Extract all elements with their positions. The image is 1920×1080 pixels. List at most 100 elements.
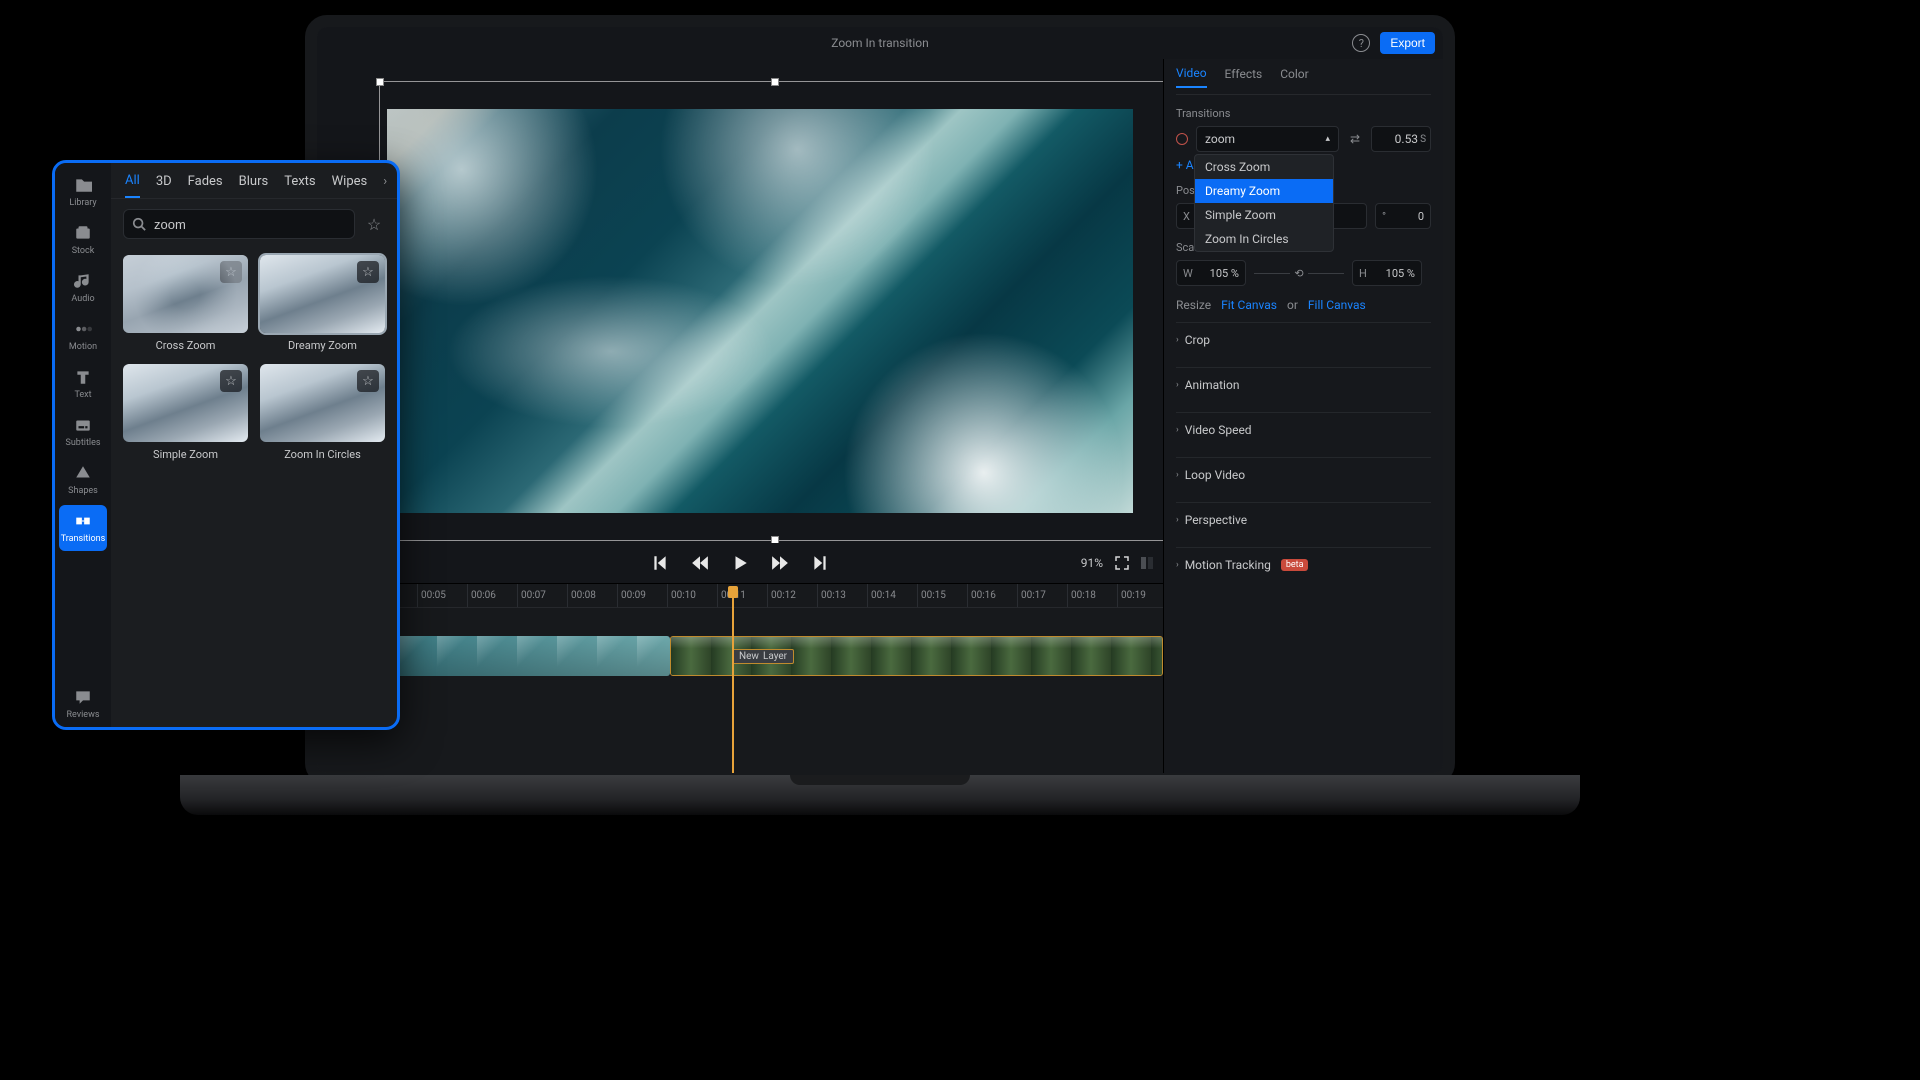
rail-audio[interactable]: Audio [59,265,107,311]
playhead[interactable] [732,586,734,773]
resize-or: or [1287,298,1298,312]
transition-option-dreamy-zoom[interactable]: Dreamy Zoom [1195,179,1333,203]
ruler-tick[interactable]: 00:17 [1017,584,1067,607]
library-tab-3d[interactable]: 3D [156,174,172,197]
chevron-up-icon: ▴ [1325,134,1330,144]
accordion-loop-video[interactable]: › Loop Video [1176,457,1431,492]
viewport[interactable] [387,109,1133,513]
transition-select[interactable]: zoom ▴ [1196,126,1339,152]
ruler-tick[interactable]: 00:08 [567,584,617,607]
chevron-right-icon: › [1176,380,1179,390]
ruler-tick[interactable]: 00:12 [767,584,817,607]
inspector-panel: Video Effects Color Transitions zoom ▴ ⇄… [1163,59,1443,773]
rail-transitions[interactable]: Transitions [59,505,107,551]
rail-reviews[interactable]: Reviews [59,681,107,727]
scale-link-icon[interactable]: ⟲ [1254,267,1344,280]
resize-handle-top-left[interactable] [376,78,384,86]
skip-start-button[interactable] [651,554,669,572]
library-card[interactable]: ☆Simple Zoom [123,364,248,461]
transition-chip[interactable]: New Layer [732,636,794,676]
clip-ocean[interactable] [397,636,670,676]
library-thumb[interactable]: ☆ [123,255,248,333]
ruler-tick[interactable]: 00:19 [1117,584,1163,607]
ocean-foam-decoration [387,109,1133,513]
library-tab-blurs[interactable]: Blurs [239,174,269,197]
ruler-tick[interactable]: 00:09 [617,584,667,607]
help-icon[interactable]: ? [1352,34,1370,52]
fit-canvas-button[interactable]: Fit Canvas [1221,298,1277,312]
accordion-crop[interactable]: › Crop [1176,322,1431,357]
play-button[interactable] [731,554,749,572]
transition-option-cross-zoom[interactable]: Cross Zoom [1195,155,1333,179]
add-transition-button[interactable]: + A [1176,158,1194,172]
accordion-video-speed[interactable]: › Video Speed [1176,412,1431,447]
library-tab-texts[interactable]: Texts [284,174,315,197]
favorite-star-icon[interactable]: ☆ [357,261,379,283]
tab-color[interactable]: Color [1280,67,1308,87]
tab-effects[interactable]: Effects [1225,67,1263,87]
favorite-star-icon[interactable]: ☆ [220,370,242,392]
rewind-button[interactable] [691,554,709,572]
library-panel: LibraryStockAudioMotionTextSubtitlesShap… [52,160,400,730]
fill-canvas-button[interactable]: Fill Canvas [1308,298,1366,312]
ruler-tick[interactable]: 00:07 [517,584,567,607]
library-card[interactable]: ☆Cross Zoom [123,255,248,352]
scale-width-input[interactable]: W 105 % [1176,260,1246,286]
inspector-tabs: Video Effects Color [1176,59,1431,95]
transition-duration-input[interactable]: 0.53 S [1371,126,1431,152]
accordion-animation[interactable]: › Animation [1176,367,1431,402]
library-tab-wipes[interactable]: Wipes [332,174,368,197]
ruler-tick[interactable]: 00:05 [417,584,467,607]
accordion-motion-tracking[interactable]: › Motion Tracking beta [1176,547,1431,582]
transition-option-simple-zoom[interactable]: Simple Zoom [1195,203,1333,227]
text-icon [74,368,92,386]
accordion-perspective[interactable]: › Perspective [1176,502,1431,537]
ruler-tick[interactable]: 00:10 [667,584,717,607]
zoom-readout[interactable]: 91% [1081,556,1103,570]
timeline-ruler[interactable]: 00:0500:0600:0700:0800:0900:1000:1100:12… [317,584,1163,608]
rail-shapes[interactable]: Shapes [59,457,107,503]
swap-direction-icon[interactable]: ⇄ [1347,132,1363,146]
rail-text[interactable]: Text [59,361,107,407]
resize-handle-top-mid[interactable] [771,78,779,86]
library-card[interactable]: ☆Dreamy Zoom [260,255,385,352]
compare-split-button[interactable] [1137,552,1159,574]
export-button[interactable]: Export [1380,32,1435,54]
library-search-field[interactable] [152,216,346,233]
library-grid: ☆Cross Zoom☆Dreamy Zoom☆Simple Zoom☆Zoom… [111,249,397,467]
section-transitions-label: Transitions [1176,107,1431,120]
ruler-tick[interactable]: 00:14 [867,584,917,607]
library-thumb[interactable]: ☆ [260,255,385,333]
favorites-filter-icon[interactable]: ☆ [363,215,385,234]
fast-forward-button[interactable] [771,554,789,572]
library-thumb[interactable]: ☆ [260,364,385,442]
rail-motion[interactable]: Motion [59,313,107,359]
transition-chip-layer: Layer [763,651,787,662]
ruler-tick[interactable]: 00:06 [467,584,517,607]
scale-height-input[interactable]: H 105 % [1352,260,1422,286]
library-search-input[interactable] [123,209,355,239]
library-thumb[interactable]: ☆ [123,364,248,442]
rail-stock[interactable]: Stock [59,217,107,263]
reset-transition-button[interactable] [1176,133,1188,145]
favorite-star-icon[interactable]: ☆ [220,261,242,283]
library-tab-all[interactable]: All [125,173,140,198]
favorite-star-icon[interactable]: ☆ [357,370,379,392]
ruler-tick[interactable]: 00:18 [1067,584,1117,607]
skip-end-button[interactable] [811,554,829,572]
library-tab-fades[interactable]: Fades [188,174,223,197]
ruler-tick[interactable]: 00:11 [717,584,767,607]
tab-video[interactable]: Video [1176,66,1207,88]
rail-library[interactable]: Library [59,169,107,215]
timeline[interactable]: 00:0500:0600:0700:0800:0900:1000:1100:12… [317,583,1163,773]
rail-subtitles[interactable]: Subtitles [59,409,107,455]
ruler-tick[interactable]: 00:16 [967,584,1017,607]
ruler-tick[interactable]: 00:15 [917,584,967,607]
ruler-tick[interactable]: 00:13 [817,584,867,607]
chevron-right-icon[interactable]: › [383,174,387,197]
rotation-input[interactable]: ° 0 [1375,203,1431,229]
library-card[interactable]: ☆Zoom In Circles [260,364,385,461]
stock-icon [74,224,92,242]
fullscreen-button[interactable] [1111,552,1133,574]
transition-option-zoom-in-circles[interactable]: Zoom In Circles [1195,227,1333,251]
